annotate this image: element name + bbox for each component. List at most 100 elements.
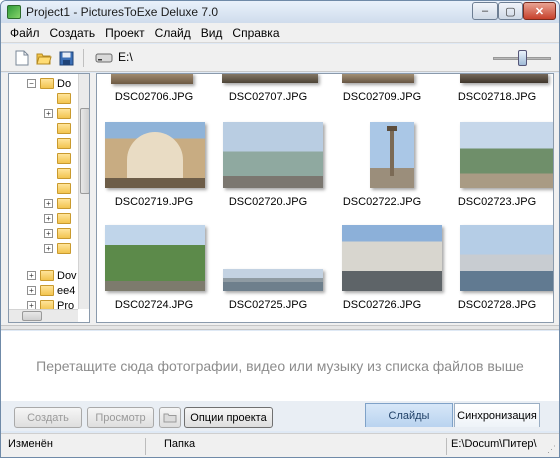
thumbnail-image[interactable] [342, 74, 414, 83]
folder-icon [57, 93, 71, 104]
thumbnail-caption[interactable]: DSC02723.JPG [440, 196, 553, 208]
thumbnail-image[interactable] [370, 122, 414, 188]
minimize-button[interactable]: ‒ [472, 2, 498, 20]
menu-file[interactable]: Файл [5, 26, 45, 40]
thumbnail-caption[interactable]: DSC02709.JPG [325, 91, 439, 103]
save-project-button[interactable] [57, 49, 75, 67]
create-button[interactable]: Создать [14, 407, 82, 428]
thumbnail-image[interactable] [460, 122, 553, 188]
tree-item[interactable] [44, 166, 74, 181]
menu-slide[interactable]: Слайд [150, 26, 196, 40]
folder-icon [57, 108, 71, 119]
scroll-thumb[interactable] [22, 311, 42, 321]
folder-icon [57, 153, 71, 164]
resize-grip-icon[interactable]: ⋰ [547, 444, 556, 455]
tree-item[interactable] [44, 151, 74, 166]
thumbnail-caption[interactable]: DSC02707.JPG [211, 91, 325, 103]
app-window: Project1 - PicturesToExe Deluxe 7.0 ‒ ▢ … [0, 0, 560, 458]
project-options-button[interactable]: Опции проекта [184, 407, 273, 428]
thumbnail-caption[interactable]: DSC02719.JPG [97, 196, 211, 208]
menu-view[interactable]: Вид [196, 26, 228, 40]
thumbnail-image[interactable] [342, 225, 442, 291]
close-icon: ✕ [534, 5, 545, 18]
thumbnail-image[interactable] [223, 269, 323, 291]
tree-vertical-scrollbar[interactable] [78, 74, 89, 309]
thumbnail-caption[interactable]: DSC02706.JPG [97, 91, 211, 103]
thumbnail-image[interactable] [105, 225, 205, 291]
drive-button[interactable] [95, 49, 113, 67]
tree-item[interactable]: + [44, 211, 74, 226]
thumbnail-caption[interactable]: DSC02724.JPG [97, 299, 211, 311]
tree-item[interactable]: + [44, 196, 74, 211]
title-bar: Project1 - PicturesToExe Deluxe 7.0 ‒ ▢ … [1, 1, 559, 23]
bottom-button-bar: Создать Просмотр Опции проекта Слайды Си… [1, 401, 559, 431]
toolbar [1, 44, 559, 72]
new-document-icon [15, 50, 29, 66]
thumbnail-grid: DSC02706.JPG DSC02707.JPG DSC02709.JPG D… [96, 73, 554, 323]
tree-item[interactable] [44, 136, 74, 151]
thumbnail-image[interactable] [222, 74, 318, 83]
zoom-slider-thumb[interactable] [518, 50, 527, 66]
folder-icon [57, 168, 71, 179]
new-project-button[interactable] [13, 49, 31, 67]
splitter[interactable] [1, 325, 559, 330]
tree-item[interactable] [44, 91, 74, 106]
hard-drive-icon [95, 53, 113, 63]
menu-bar: Файл Создать Проект Слайд Вид Справка [1, 23, 559, 43]
drop-zone-hint: Перетащите сюда фотографии, видео или му… [36, 358, 524, 374]
status-folder-label: Папка [164, 438, 196, 450]
thumbnail-caption[interactable]: DSC02726.JPG [325, 299, 439, 311]
folder-icon [40, 270, 54, 281]
folder-icon [57, 213, 71, 224]
menu-help[interactable]: Справка [227, 26, 284, 40]
close-button[interactable]: ✕ [523, 2, 556, 20]
tree-item[interactable]: + ee4 [27, 283, 75, 298]
thumbnail-caption[interactable]: DSC02718.JPG [440, 91, 553, 103]
folder-tree: − Do + + + + + + Dov + ee4 + Pro [8, 73, 90, 323]
tree-horizontal-scrollbar[interactable] [9, 309, 78, 322]
status-divider [446, 438, 447, 455]
app-icon [7, 5, 21, 19]
menu-create[interactable]: Создать [45, 26, 101, 40]
thumbnail-caption[interactable]: DSC02722.JPG [325, 196, 439, 208]
preview-button[interactable]: Просмотр [87, 407, 154, 428]
thumbnail-image[interactable] [223, 122, 323, 188]
tab-slides[interactable]: Слайды [365, 403, 453, 427]
current-path: E:\ [118, 50, 133, 64]
thumbnail-image[interactable] [111, 74, 193, 84]
maximize-button[interactable]: ▢ [498, 2, 523, 20]
folder-icon [40, 78, 54, 89]
slide-drop-zone[interactable]: Перетащите сюда фотографии, видео или му… [1, 331, 559, 401]
folder-icon [57, 198, 71, 209]
thumbnail-image[interactable] [460, 225, 553, 291]
tree-item[interactable]: + Dov [27, 268, 77, 283]
status-modified: Изменён [8, 438, 53, 450]
tree-item[interactable]: − Do [27, 76, 71, 91]
thumbnail-image[interactable] [105, 122, 205, 188]
folder-icon [57, 243, 71, 254]
tree-item[interactable] [44, 181, 74, 196]
folder-button[interactable] [159, 407, 181, 428]
tree-item[interactable]: + [44, 241, 74, 256]
open-project-button[interactable] [35, 49, 53, 67]
scroll-thumb[interactable] [80, 108, 89, 194]
thumbnail-caption[interactable]: DSC02720.JPG [211, 196, 325, 208]
thumbnail-caption[interactable]: DSC02725.JPG [211, 299, 325, 311]
status-bar: Изменён Папка E:\Docum\Питер\ ⋰ [1, 433, 559, 457]
browser-area: − Do + + + + + + Dov + ee4 + Pro DSC02706.JP… [1, 73, 559, 325]
folder-icon [57, 123, 71, 134]
tree-item[interactable]: + [44, 106, 74, 121]
tree-item[interactable] [44, 121, 74, 136]
folder-icon [57, 183, 71, 194]
tab-sync[interactable]: Синхронизация [454, 403, 540, 427]
window-title: Project1 - PicturesToExe Deluxe 7.0 [26, 5, 219, 19]
maximize-icon: ▢ [505, 5, 516, 18]
tree-item[interactable]: + [44, 226, 74, 241]
thumbnail-image[interactable] [460, 74, 548, 83]
folder-icon [40, 285, 54, 296]
thumbnail-caption[interactable]: DSC02728.JPG [440, 299, 553, 311]
toolbar-separator [83, 49, 84, 67]
menu-project[interactable]: Проект [100, 26, 150, 40]
folder-icon [57, 228, 71, 239]
status-path: E:\Docum\Питер\ [451, 438, 537, 450]
